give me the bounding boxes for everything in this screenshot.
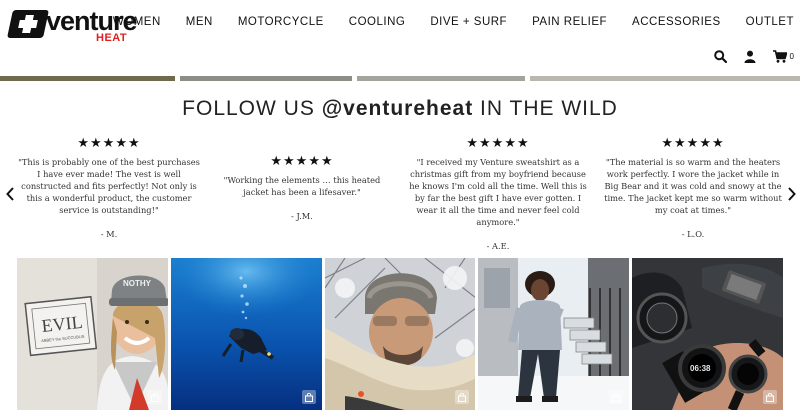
- site-header: venture HEAT WOMEN MEN MOTORCYCLE COOLIN…: [0, 0, 800, 78]
- follow-suffix: IN THE WILD: [473, 97, 618, 120]
- review-card: ★★★★★ "Working the elements … this heate…: [211, 154, 393, 221]
- chevron-right-icon: [788, 187, 796, 201]
- sign-text: EVIL: [41, 312, 84, 336]
- follow-us-heading: FOLLOW US @ventureheat IN THE WILD: [0, 97, 800, 121]
- hero-image-strip: [0, 76, 800, 81]
- shop-bag-icon[interactable]: [301, 390, 316, 404]
- nav-item-outlet[interactable]: OUTLET: [746, 16, 794, 28]
- nav-item-dive-surf[interactable]: DIVE + SURF: [430, 16, 507, 28]
- nav-item-motorcycle[interactable]: MOTORCYCLE: [238, 16, 324, 28]
- nav-item-cooling[interactable]: COOLING: [349, 16, 406, 28]
- brand-subname: HEAT: [96, 32, 128, 44]
- reviews-carousel: ★★★★★ "This is probably one of the best …: [18, 136, 784, 251]
- nav-item-pain-relief[interactable]: PAIN RELIEF: [532, 16, 607, 28]
- review-text: "I received my Venture sweatshirt as a c…: [409, 157, 587, 227]
- main-nav: WOMEN MEN MOTORCYCLE COOLING DIVE + SURF…: [88, 16, 794, 28]
- nav-item-men[interactable]: MEN: [186, 16, 213, 28]
- review-stars: ★★★★★: [77, 136, 141, 151]
- photo-woman-evil-sign[interactable]: EVIL ABBEY the SUCCUBUS NOTHY: [17, 258, 168, 410]
- shop-bag-icon[interactable]: [609, 390, 624, 404]
- review-stars: ★★★★★: [661, 136, 725, 151]
- review-author: - M.: [100, 229, 118, 239]
- nav-item-accessories[interactable]: ACCESSORIES: [632, 16, 721, 28]
- shop-bag-icon[interactable]: [762, 390, 777, 404]
- review-card: ★★★★★ "This is probably one of the best …: [18, 136, 200, 239]
- cart-icon[interactable]: 0: [772, 50, 794, 63]
- review-text: "Working the elements … this heated jack…: [223, 175, 381, 197]
- photo-woman-snow-steps[interactable]: [478, 258, 630, 410]
- review-card: ★★★★★ "I received my Venture sweatshirt …: [407, 136, 589, 251]
- search-icon[interactable]: [713, 50, 727, 63]
- review-author: - J.M.: [291, 211, 313, 221]
- watch-time-text: 06:38: [690, 364, 711, 373]
- carousel-prev-button[interactable]: [4, 185, 16, 203]
- account-icon[interactable]: [744, 50, 756, 63]
- shop-bag-icon[interactable]: [455, 390, 470, 404]
- review-text: "The material is so warm and the heaters…: [604, 157, 782, 215]
- instagram-photo-grid: EVIL ABBEY the SUCCUBUS NOTHY 06:38: [17, 258, 783, 410]
- shop-bag-icon[interactable]: [147, 390, 162, 404]
- photo-diver-underwater[interactable]: [170, 258, 322, 410]
- photo-watches-jacket[interactable]: 06:38: [632, 258, 783, 410]
- review-author: - L.O.: [681, 229, 705, 239]
- review-card: ★★★★★ "The material is so warm and the h…: [602, 136, 784, 239]
- follow-prefix: FOLLOW US: [182, 97, 322, 120]
- brand-cross-icon: [7, 10, 49, 38]
- nav-item-women[interactable]: WOMEN: [113, 16, 161, 28]
- review-author: - A.E.: [486, 241, 510, 251]
- instagram-handle[interactable]: @ventureheat: [322, 97, 474, 120]
- review-text: "This is probably one of the best purcha…: [18, 157, 200, 215]
- cap-text: NOTHY: [123, 279, 152, 288]
- carousel-next-button[interactable]: [786, 185, 798, 203]
- chevron-left-icon: [6, 187, 14, 201]
- cart-count: 0: [789, 52, 794, 61]
- header-utilities: 0: [697, 50, 794, 63]
- review-stars: ★★★★★: [466, 136, 530, 151]
- review-stars: ★★★★★: [270, 154, 334, 169]
- photo-man-snow-selfie[interactable]: [324, 258, 476, 410]
